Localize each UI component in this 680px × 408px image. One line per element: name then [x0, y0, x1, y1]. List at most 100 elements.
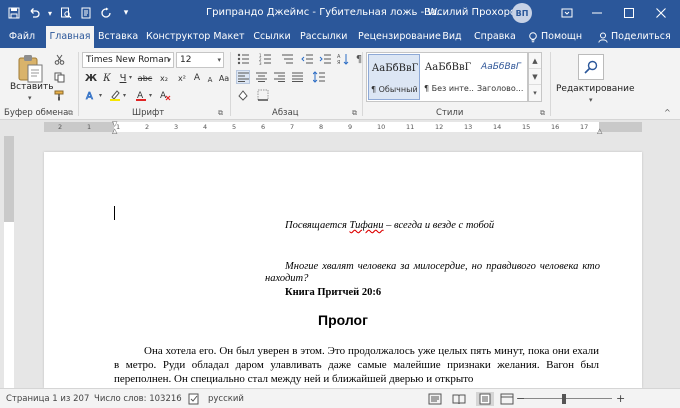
highlight-dropdown-icon[interactable]: ▾ — [123, 92, 126, 99]
document-page[interactable]: Посвящается Тифани – всегда и везде с то… — [44, 152, 642, 388]
close-icon[interactable] — [644, 0, 678, 26]
quick-print-icon[interactable] — [76, 3, 96, 23]
print-layout-icon[interactable] — [476, 392, 494, 406]
text-cursor — [114, 206, 115, 220]
show-formatting-marks-icon[interactable]: ¶ — [352, 52, 366, 66]
font-name-value: Times New Roman — [86, 55, 170, 65]
format-painter-icon[interactable] — [52, 88, 66, 102]
tab-help[interactable]: Справка — [474, 26, 516, 48]
word-count[interactable]: Число слов: 103216 — [94, 394, 182, 404]
user-name[interactable]: Василий Прохоров — [424, 7, 522, 18]
italic-button[interactable]: К — [100, 70, 114, 86]
font-size-select[interactable]: 12 ▾ — [176, 52, 224, 68]
vertical-ruler[interactable] — [4, 136, 14, 388]
font-color-dropdown-icon[interactable]: ▾ — [149, 92, 152, 99]
tab-mailings[interactable]: Рассылки — [300, 26, 347, 48]
styles-launcher-icon[interactable]: ⧉ — [540, 109, 548, 117]
ruler-bar[interactable]: 2 1 1 2 3 4 5 6 7 8 9 10 11 12 13 14 15 16 17 — [44, 122, 642, 132]
language[interactable]: русский — [208, 394, 244, 404]
share-label: Поделиться — [611, 31, 671, 42]
undo-icon[interactable] — [24, 3, 44, 23]
print-preview-icon[interactable] — [56, 3, 76, 23]
paragraph-launcher-icon[interactable]: ⧉ — [352, 109, 360, 117]
tab-insert[interactable]: Вставка — [98, 26, 138, 48]
chevron-down-icon[interactable]: ▼ — [529, 69, 541, 85]
zoom-slider-thumb[interactable] — [561, 394, 566, 404]
ribbon-display-icon[interactable] — [550, 0, 584, 26]
line-spacing-icon[interactable] — [312, 70, 326, 84]
multilevel-list-icon[interactable] — [280, 52, 294, 66]
tell-me-button[interactable]: Помощн — [528, 26, 582, 48]
justify-icon[interactable] — [290, 70, 304, 84]
copy-icon[interactable] — [52, 70, 66, 84]
sort-icon[interactable]: АЯ — [336, 52, 350, 66]
web-layout-icon[interactable] — [500, 392, 514, 406]
right-indent-icon[interactable]: △ — [597, 127, 602, 135]
dedication-name-misspelled[interactable]: Тифани — [350, 220, 384, 231]
proofing-icon[interactable] — [188, 392, 200, 406]
zoom-in-icon[interactable]: + — [616, 392, 625, 405]
dedication-suffix: – всегда и везде с тобой — [383, 220, 495, 231]
increase-indent-icon[interactable] — [318, 52, 332, 66]
shrink-font-button[interactable]: A — [204, 72, 216, 88]
ruler-number: 5 — [232, 123, 237, 131]
clear-formatting-icon[interactable]: A — [158, 88, 172, 102]
superscript-button[interactable]: x² — [174, 70, 190, 86]
tab-review[interactable]: Рецензирование — [358, 26, 441, 48]
paste-icon[interactable] — [16, 54, 44, 84]
editing-button[interactable]: Редактирование — [556, 84, 635, 94]
align-left-icon[interactable] — [236, 70, 250, 84]
paste-button[interactable]: Вставить — [10, 82, 54, 92]
tab-references[interactable]: Ссылки — [252, 26, 292, 48]
tab-view[interactable]: Вид — [440, 26, 464, 48]
subscript-button[interactable]: x₂ — [156, 70, 172, 86]
font-name-select[interactable]: Times New Roman ▾ — [82, 52, 174, 68]
text-effects-dropdown-icon[interactable]: ▾ — [99, 92, 102, 99]
tab-design[interactable]: Конструктор — [146, 26, 210, 48]
shading-icon[interactable] — [236, 88, 250, 102]
redo-icon[interactable] — [96, 3, 116, 23]
maximize-icon[interactable] — [612, 0, 646, 26]
bullets-icon[interactable] — [236, 52, 250, 66]
bold-button[interactable]: Ж — [84, 70, 98, 86]
strikethrough-button[interactable]: abc — [136, 70, 154, 86]
underline-dropdown-icon[interactable]: ▾ — [129, 74, 132, 81]
hanging-indent-icon[interactable]: △ — [112, 127, 117, 135]
focus-mode-icon[interactable] — [428, 392, 442, 406]
paste-dropdown-icon[interactable]: ▾ — [28, 94, 32, 102]
text-effects-icon[interactable]: A — [84, 88, 98, 102]
search-icon[interactable] — [578, 54, 604, 80]
decrease-indent-icon[interactable] — [300, 52, 314, 66]
save-icon[interactable] — [4, 3, 24, 23]
chevron-up-icon[interactable]: ▲ — [529, 53, 541, 69]
page-count[interactable]: Страница 1 из 207 — [6, 394, 89, 404]
numbering-icon[interactable]: 123 — [258, 52, 272, 66]
highlight-icon[interactable] — [108, 88, 122, 102]
read-mode-icon[interactable] — [452, 392, 466, 406]
gallery-more-icon[interactable]: ▾ — [529, 85, 541, 101]
qat-customize-icon[interactable]: ▾ — [116, 3, 136, 23]
undo-dropdown-icon[interactable]: ▾ — [44, 9, 56, 18]
zoom-slider[interactable] — [524, 398, 612, 399]
tab-home[interactable]: Главная — [46, 26, 94, 48]
borders-icon[interactable] — [256, 88, 270, 102]
share-button[interactable]: Поделиться — [598, 26, 671, 48]
cut-icon[interactable] — [52, 52, 66, 66]
font-launcher-icon[interactable]: ⧉ — [218, 109, 226, 117]
minimize-icon[interactable] — [580, 0, 614, 26]
ruler-left-margin — [44, 122, 114, 132]
avatar[interactable]: ВП — [512, 3, 532, 23]
underline-button[interactable]: Ч — [116, 70, 130, 86]
tab-layout[interactable]: Макет — [212, 26, 246, 48]
tab-file[interactable]: Файл — [6, 26, 38, 48]
ruler-number: 3 — [174, 123, 179, 131]
grow-font-button[interactable]: A — [190, 70, 204, 86]
collapse-ribbon-icon[interactable]: ^ — [664, 108, 671, 117]
align-center-icon[interactable] — [254, 70, 268, 84]
align-right-icon[interactable] — [272, 70, 286, 84]
style-heading-1[interactable]: АаБбВвГ Заголово... — [475, 54, 527, 100]
style-normal[interactable]: АаБбВвГ ¶ Обычный — [368, 54, 420, 100]
font-color-icon[interactable]: A — [134, 88, 148, 102]
style-no-spacing[interactable]: АаБбВвГ ¶ Без инте... — [422, 54, 474, 100]
clipboard-launcher-icon[interactable]: ⧉ — [68, 109, 76, 117]
